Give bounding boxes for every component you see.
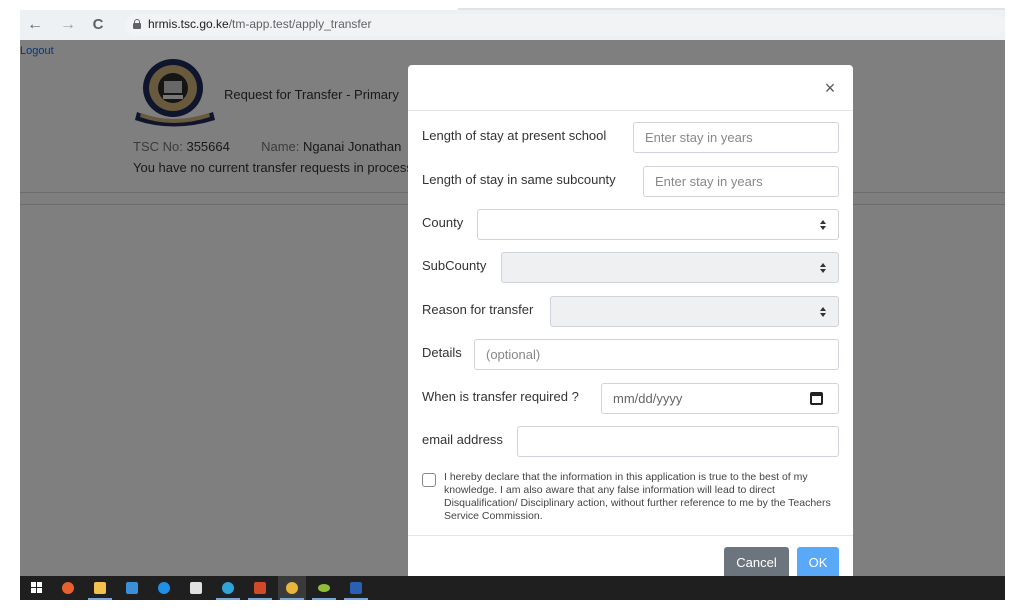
ok-button[interactable]: OK [797,547,839,579]
modal-header: × [408,65,853,111]
url-text[interactable]: hrmis.tsc.go.ke/tm-app.test/apply_transf… [148,17,371,31]
taskbar-app-green[interactable] [310,576,338,600]
address-bar[interactable]: hrmis.tsc.go.ke/tm-app.test/apply_transf… [125,14,1005,36]
close-icon[interactable]: × [821,79,839,97]
date-placeholder: mm/dd/yyyy [613,391,683,406]
word-icon [350,582,362,594]
modal-footer-divider [408,535,853,536]
stay-subcounty-label: Length of stay in same subcounty [422,172,616,187]
county-select[interactable] [477,209,839,240]
edge-icon [222,582,234,594]
transfer-request-modal: × Length of stay at present school Lengt… [408,65,853,585]
firefox-icon [62,582,74,594]
details-label: Details [422,345,462,360]
skype-icon [158,582,170,594]
email-input[interactable] [518,427,838,456]
taskbar-start[interactable] [22,576,50,600]
taskbar-file-explorer[interactable] [86,576,114,600]
mail-icon [126,582,138,594]
forward-icon[interactable]: → [57,14,79,36]
select-arrows-icon [820,307,827,317]
reload-icon[interactable]: C [87,14,109,36]
reason-select[interactable] [550,296,839,327]
stay-subcounty-field: Length of stay in same subcounty [422,166,839,197]
declaration-checkbox[interactable] [422,473,436,487]
taskbar-chrome[interactable] [278,576,306,600]
taskbar-firefox[interactable] [54,576,82,600]
select-arrows-icon [820,263,827,273]
back-icon[interactable]: ← [24,14,46,36]
subcounty-select[interactable] [501,252,839,283]
calendar-icon[interactable] [810,392,823,405]
windows-icon [31,582,43,594]
declaration-text: I hereby declare that the information in… [444,471,831,522]
lock-icon [133,19,141,29]
tab-strip [20,0,1005,10]
date-required-input[interactable]: mm/dd/yyyy [601,383,839,414]
cancel-button[interactable]: Cancel [724,547,789,579]
reason-field: Reason for transfer [422,296,839,327]
taskbar-word[interactable] [342,576,370,600]
taskbar-edge[interactable] [214,576,242,600]
browser-toolbar: ← → C hrmis.tsc.go.ke/tm-app.test/apply_… [20,10,1005,40]
folder-icon [94,582,106,594]
stay-school-field: Length of stay at present school [422,122,839,153]
details-field: Details [422,339,839,370]
taskbar-store[interactable] [182,576,210,600]
powerpoint-icon [254,582,266,594]
stay-school-label: Length of stay at present school [422,128,607,143]
county-label: County [422,215,464,230]
taskbar-skype[interactable] [150,576,178,600]
stay-school-input[interactable] [634,123,838,152]
store-icon [190,582,202,594]
email-label: email address [422,432,503,447]
details-input[interactable] [475,340,838,369]
taskbar-mail[interactable] [118,576,146,600]
subcounty-label: SubCounty [422,258,487,273]
url-path: /tm-app.test/apply_transfer [228,17,372,31]
url-host: hrmis.tsc.go.ke [148,17,229,31]
stay-subcounty-input[interactable] [644,167,838,196]
taskbar-powerpoint[interactable] [246,576,274,600]
email-field: email address [422,426,839,457]
taskbar [20,576,1005,600]
date-required-label: When is transfer required ? [422,389,579,404]
app-icon [318,584,330,592]
reason-label: Reason for transfer [422,302,534,317]
subcounty-field: SubCounty [422,252,839,283]
county-field: County [422,209,839,240]
select-arrows-icon [820,220,827,230]
date-required-field: When is transfer required ? mm/dd/yyyy [422,383,839,414]
chrome-icon [286,582,298,594]
